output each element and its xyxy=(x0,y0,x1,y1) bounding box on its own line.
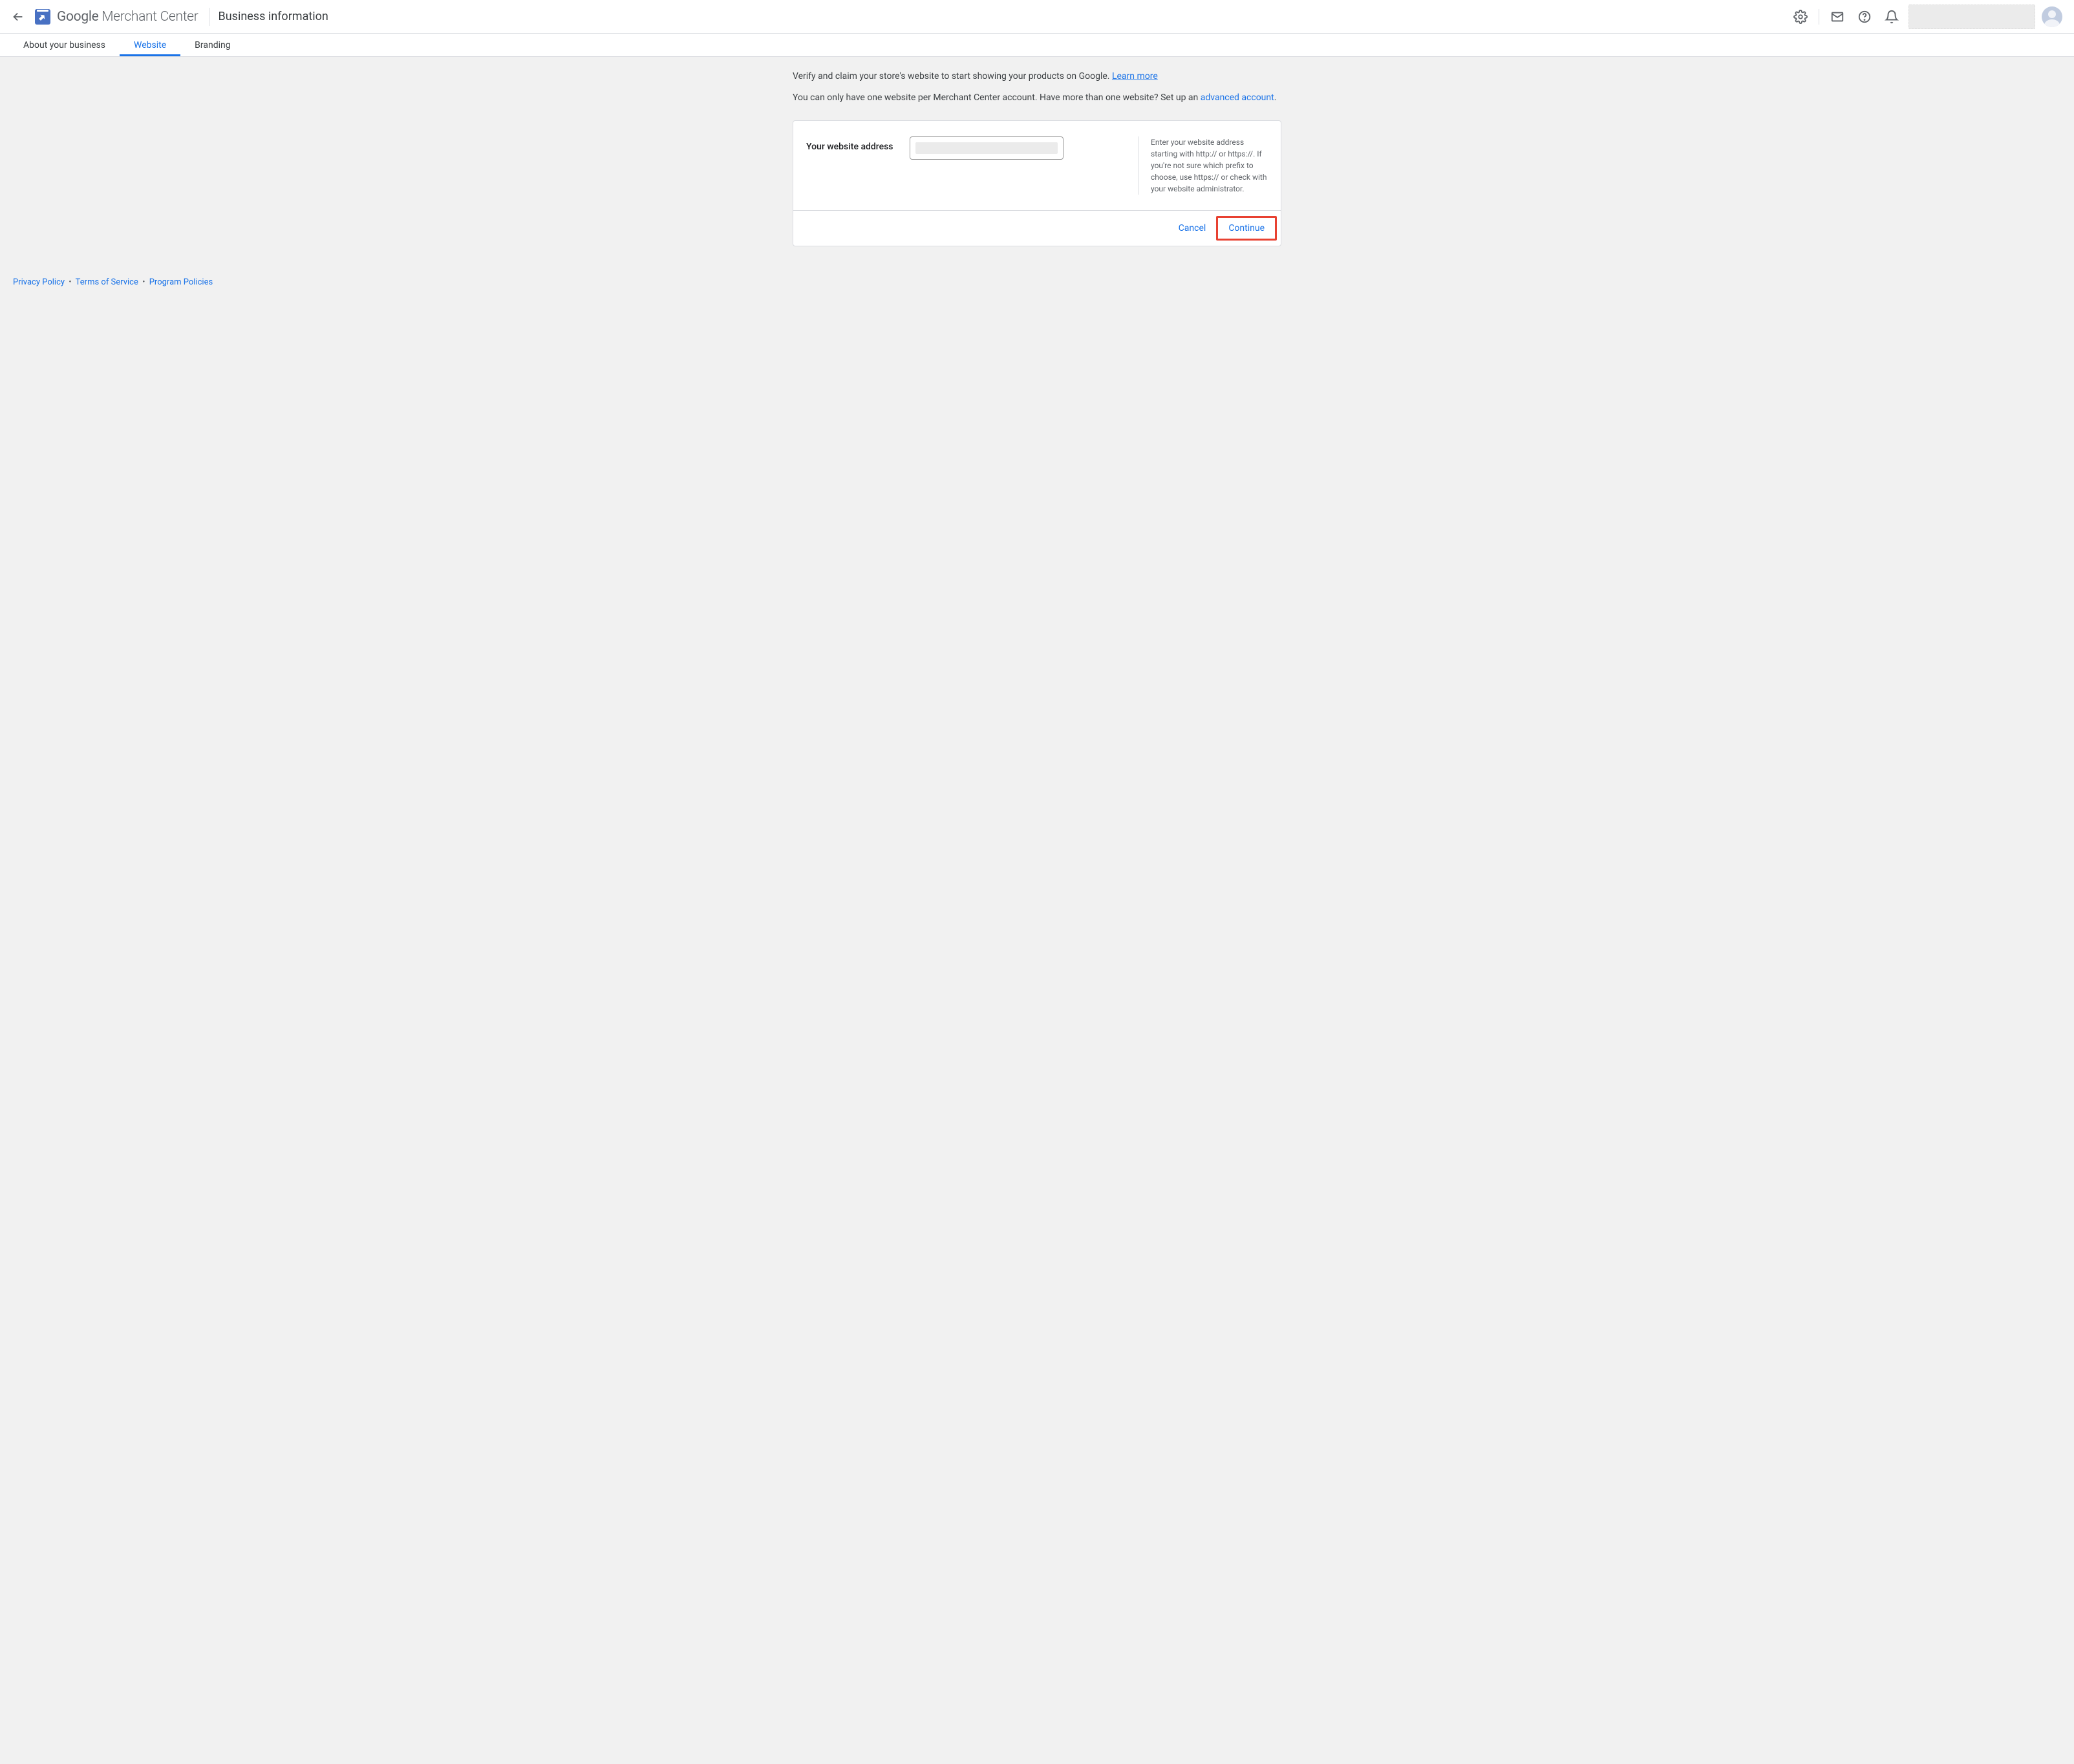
tab-label: Website xyxy=(134,40,166,50)
back-button[interactable] xyxy=(5,4,31,30)
intro-line-1: Verify and claim your store's website to… xyxy=(793,70,1281,83)
logo-text: Google Merchant Center xyxy=(57,9,198,25)
footer-separator: • xyxy=(69,277,71,287)
content-wrapper: Verify and claim your store's website to… xyxy=(0,57,2074,246)
page-title: Business information xyxy=(219,10,328,23)
arrow-left-icon xyxy=(11,10,25,24)
input-placeholder-redacted xyxy=(915,142,1058,154)
tab-label: About your business xyxy=(23,40,105,50)
website-address-input[interactable] xyxy=(910,136,1064,160)
cancel-button[interactable]: Cancel xyxy=(1168,216,1217,241)
mail-icon xyxy=(1830,10,1844,24)
help-button[interactable] xyxy=(1852,4,1877,30)
tab-branding[interactable]: Branding xyxy=(180,34,244,56)
website-card: Your website address Enter your website … xyxy=(793,120,1281,246)
merchant-center-logo-icon xyxy=(35,9,50,25)
privacy-policy-link[interactable]: Privacy Policy xyxy=(13,277,65,287)
intro-line-2: You can only have one website per Mercha… xyxy=(793,91,1281,105)
logo-section[interactable]: Google Merchant Center xyxy=(31,9,209,25)
advanced-account-link[interactable]: advanced account xyxy=(1201,92,1274,103)
help-section: Enter your website address starting with… xyxy=(1139,136,1268,195)
continue-button[interactable]: Continue xyxy=(1216,216,1277,241)
header-right xyxy=(1788,4,2069,30)
tabs-bar: About your business Website Branding xyxy=(0,34,2074,57)
mail-button[interactable] xyxy=(1824,4,1850,30)
card-footer: Cancel Continue xyxy=(793,210,1281,246)
footer: Privacy Policy • Terms of Service • Prog… xyxy=(0,246,2074,300)
help-text: Enter your website address starting with… xyxy=(1151,136,1268,195)
user-avatar[interactable] xyxy=(2042,6,2062,27)
top-header: Google Merchant Center Business informat… xyxy=(0,0,2074,34)
program-policies-link[interactable]: Program Policies xyxy=(149,277,213,287)
terms-of-service-link[interactable]: Terms of Service xyxy=(76,277,138,287)
notifications-button[interactable] xyxy=(1879,4,1905,30)
learn-more-link[interactable]: Learn more xyxy=(1112,71,1158,81)
bell-icon xyxy=(1885,10,1899,24)
form-input-wrapper xyxy=(910,136,1064,160)
tab-label: Branding xyxy=(195,40,230,50)
tab-website[interactable]: Website xyxy=(120,34,180,56)
header-left: Google Merchant Center Business informat… xyxy=(5,4,328,30)
account-selector[interactable] xyxy=(1908,5,2035,29)
website-address-label: Your website address xyxy=(806,136,910,152)
gear-icon xyxy=(1793,10,1808,24)
tab-about-your-business[interactable]: About your business xyxy=(9,34,120,56)
help-icon xyxy=(1857,10,1872,24)
content: Verify and claim your store's website to… xyxy=(793,57,1281,246)
footer-separator: • xyxy=(142,277,145,287)
form-section: Your website address xyxy=(806,136,1126,195)
card-body: Your website address Enter your website … xyxy=(793,121,1281,210)
settings-button[interactable] xyxy=(1788,4,1813,30)
